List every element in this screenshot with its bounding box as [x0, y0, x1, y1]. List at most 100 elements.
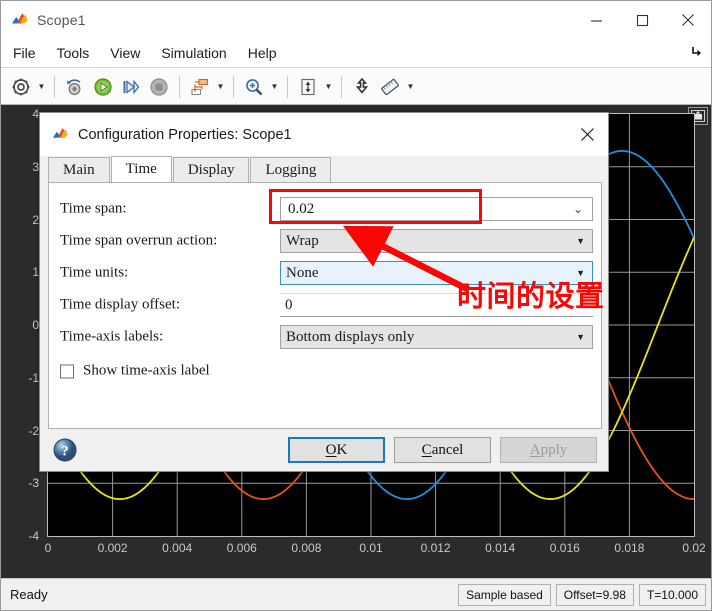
time-span-label: Time span: [60, 200, 127, 217]
checkbox-box[interactable] [60, 364, 74, 378]
signal-selector-icon[interactable] [186, 73, 214, 101]
autoscale-dropdown-arrow[interactable]: ▼ [322, 74, 335, 100]
dialog-footer: ? OK Cancel Apply [40, 429, 608, 471]
status-panels: Sample based Offset=9.98 T=10.000 [458, 583, 711, 606]
autoscale-icon[interactable] [294, 73, 322, 101]
time-tab-panel: Time span: 0.02 ⌄ Time span overrun acti… [48, 182, 602, 429]
y-axis-tick: -2 [28, 423, 39, 438]
maximize-button[interactable] [619, 1, 665, 39]
y-axis-tick: 4 [32, 107, 39, 121]
dialog-close-button[interactable] [566, 113, 608, 156]
statusbar: Ready Sample based Offset=9.98 T=10.000 [1, 578, 711, 610]
scope-window: Scope1 File Tools View Simulation Help ▼… [0, 0, 712, 611]
x-axis-tick: 0.014 [485, 541, 516, 555]
menu-view[interactable]: View [101, 42, 149, 64]
show-time-axis-label-checkbox[interactable]: Show time-axis label [60, 363, 210, 380]
dialog-title: Configuration Properties: Scope1 [78, 126, 292, 143]
x-axis-tick: 0.016 [549, 541, 580, 555]
apply-button[interactable]: Apply [500, 437, 597, 463]
step-forward-icon[interactable] [117, 73, 145, 101]
time-units-field[interactable]: None ▼ [280, 261, 593, 285]
menu-tools[interactable]: Tools [48, 42, 99, 64]
dialog-tabstrip: Main Time Display Logging [48, 156, 600, 182]
menu-overflow-icon[interactable] [690, 45, 703, 61]
minimize-button[interactable] [573, 1, 619, 39]
status-state-text: Ready [10, 587, 48, 602]
x-axis-tick: 0.01 [359, 541, 383, 555]
chevron-down-icon[interactable]: ▼ [576, 236, 585, 246]
zoom-dropdown-arrow[interactable]: ▼ [268, 74, 281, 100]
y-axis-tick: 3 [32, 159, 39, 174]
help-question-icon[interactable]: ? [52, 437, 78, 463]
window-titlebar: Scope1 [1, 1, 711, 39]
time-panel: T=10.000 [638, 583, 706, 606]
y-axis-tick: -3 [28, 476, 39, 491]
measurements-ruler-icon[interactable] [376, 73, 404, 101]
y-axis-tick: -1 [28, 370, 39, 385]
toolbar-separator [54, 75, 55, 98]
x-axis-tick: 0.006 [226, 541, 257, 555]
matlab-scope-icon [52, 126, 69, 143]
configuration-properties-icon[interactable] [7, 73, 35, 101]
tab-main[interactable]: Main [48, 157, 110, 182]
x-axis-tick: 0 [44, 541, 52, 555]
y-axis-tick: 0 [32, 318, 39, 332]
time-units-label: Time units: [60, 264, 129, 281]
menu-simulation[interactable]: Simulation [152, 42, 235, 64]
toolbar-separator [287, 75, 288, 98]
time-span-value: 0.02 [288, 200, 315, 217]
y-axis-tick: 2 [32, 212, 39, 227]
chevron-down-icon[interactable]: ▼ [576, 332, 585, 342]
zoom-in-icon[interactable] [240, 73, 268, 101]
matlab-scope-icon [11, 11, 29, 29]
dialog-titlebar: Configuration Properties: Scope1 [40, 113, 608, 156]
time-display-offset-input[interactable]: 0 [280, 293, 593, 317]
time-span-overrun-action-label: Time span overrun action: [60, 232, 218, 249]
show-time-axis-label-text: Show time-axis label [83, 362, 210, 379]
cancel-button[interactable]: Cancel [394, 437, 491, 463]
menu-file[interactable]: File [4, 42, 45, 64]
time-display-offset-label: Time display offset: [60, 296, 181, 313]
measurements-dropdown-arrow[interactable]: ▼ [404, 74, 417, 100]
x-axis-tick: 0.012 [420, 541, 451, 555]
chevron-down-icon[interactable]: ⌄ [573, 203, 583, 215]
x-axis-tick: 0.002 [97, 541, 128, 555]
time-span-field[interactable]: 0.02 ⌄ [280, 197, 593, 221]
tab-time[interactable]: Time [110, 156, 172, 182]
time-axis-labels-field[interactable]: Bottom displays only ▼ [280, 325, 593, 349]
time-span-overrun-action-value: Wrap [286, 232, 319, 249]
tab-display[interactable]: Display [172, 157, 250, 182]
tab-logging[interactable]: Logging [250, 157, 332, 182]
time-span-overrun-action-field[interactable]: Wrap ▼ [280, 229, 593, 253]
toolbar: ▼ ▼ ▼ ▼ ▼ [1, 69, 711, 105]
x-axis-tick-labels: 0 0.002 0.004 0.006 0.008 0.01 0.012 0.014 0.016… [1, 539, 711, 563]
window-title: Scope1 [37, 12, 86, 28]
toolbar-separator [341, 75, 342, 98]
rewind-to-start-icon[interactable] [61, 73, 89, 101]
configuration-properties-dialog: Configuration Properties: Scope1 Main Ti… [39, 112, 609, 472]
cursor-measurement-icon[interactable] [348, 73, 376, 101]
menu-help[interactable]: Help [239, 42, 286, 64]
menubar: File Tools View Simulation Help [1, 39, 711, 68]
window-controls [573, 1, 711, 39]
offset-panel: Offset=9.98 [555, 583, 634, 606]
chevron-down-icon[interactable]: ▼ [576, 268, 585, 278]
signal-selector-dropdown-arrow[interactable]: ▼ [214, 74, 227, 100]
dialog-button-row: OK Cancel Apply [279, 437, 597, 463]
y-axis-tick: 1 [32, 265, 39, 280]
stop-icon[interactable] [145, 73, 173, 101]
time-display-offset-value: 0 [285, 296, 293, 313]
close-button[interactable] [665, 1, 711, 39]
x-axis-tick: 0.008 [291, 541, 322, 555]
time-axis-labels-label: Time-axis labels: [60, 328, 164, 345]
svg-text:?: ? [61, 444, 69, 460]
ok-button[interactable]: OK [288, 437, 385, 463]
configuration-properties-dropdown-arrow[interactable]: ▼ [35, 74, 48, 100]
time-units-value: None [286, 264, 319, 281]
sample-mode-panel: Sample based [458, 583, 551, 606]
x-axis-tick: 0.004 [162, 541, 193, 555]
toolbar-separator [179, 75, 180, 98]
x-axis-tick: 0.02 [682, 541, 706, 555]
run-play-icon[interactable] [89, 73, 117, 101]
time-axis-labels-value: Bottom displays only [286, 328, 415, 345]
